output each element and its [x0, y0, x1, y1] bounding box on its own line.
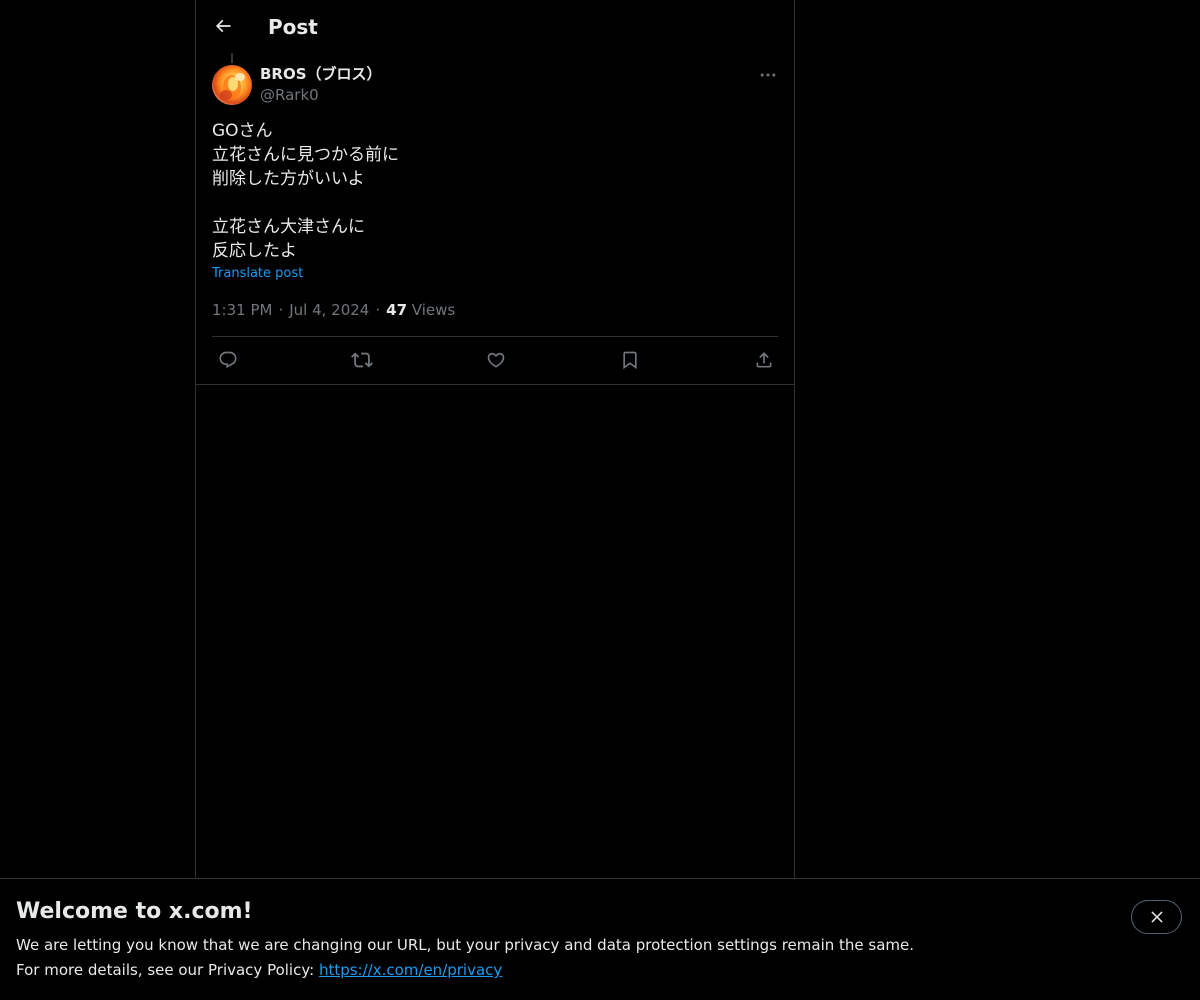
close-icon: [1150, 911, 1163, 923]
post-text-line: 削除した方がいいよ: [212, 169, 365, 189]
welcome-banner: Welcome to x.com! We are letting you kno…: [0, 878, 1200, 1000]
banner-body: We are letting you know that we are chan…: [16, 933, 914, 983]
post-actions-bar: [196, 337, 794, 384]
back-button[interactable]: [206, 9, 240, 43]
share-button[interactable]: [752, 348, 776, 372]
translate-post-link[interactable]: Translate post: [212, 265, 303, 283]
banner-close-button[interactable]: [1131, 900, 1182, 934]
banner-text-line: We are letting you know that we are chan…: [16, 936, 915, 954]
banner-privacy-prefix: For more details, see our Privacy Policy…: [16, 961, 319, 979]
post-meta: 1:31 PM · Jul 4, 2024 · 47 Views: [212, 300, 455, 320]
page-title: Post: [268, 15, 318, 39]
more-options-button[interactable]: [756, 63, 780, 87]
views-label: Views: [411, 301, 456, 319]
avatar[interactable]: [212, 65, 252, 105]
post-text-line: [212, 191, 772, 215]
post-date[interactable]: Jul 4, 2024: [289, 301, 369, 319]
post-text-line: 反応したよ: [212, 241, 297, 261]
meta-separator: ·: [278, 301, 284, 319]
author-handle[interactable]: @Rark0: [260, 85, 319, 105]
meta-separator: ·: [375, 301, 381, 319]
views-count: 47: [386, 301, 408, 319]
heart-icon: [487, 352, 505, 368]
repost-icon: [351, 352, 373, 368]
repost-button[interactable]: [350, 348, 374, 372]
reply-button[interactable]: [216, 348, 240, 372]
post-text-line: GOさん: [212, 121, 273, 141]
avatar-image: [220, 73, 245, 100]
thread-connector-line: [231, 53, 233, 63]
post-text-line: 立花さん大津さんに: [212, 217, 365, 237]
divider: [196, 384, 794, 385]
author-name[interactable]: BROS（ブロス）: [260, 64, 382, 84]
privacy-policy-link[interactable]: https://x.com/en/privacy: [319, 961, 502, 979]
like-button[interactable]: [484, 348, 508, 372]
back-arrow-icon: [215, 19, 231, 33]
post-time[interactable]: 1:31 PM: [212, 301, 272, 319]
banner-title: Welcome to x.com!: [16, 899, 253, 924]
more-dots-icon: [760, 73, 776, 77]
post-text: GOさん 立花さんに見つかる前に 削除した方がいいよ 立花さん大津さんに 反応し…: [212, 119, 772, 263]
reply-icon: [219, 351, 237, 369]
banner-text-line: For more details, see our Privacy Policy…: [16, 958, 914, 983]
main-column: Post BROS（ブロス） @Rark0 GOさん 立花さんに見つかる前に 削…: [195, 0, 795, 1000]
share-icon: [756, 352, 772, 368]
bookmark-button[interactable]: [618, 348, 642, 372]
page-header: Post: [196, 0, 794, 53]
post-text-line: 立花さんに見つかる前に: [212, 145, 399, 165]
bookmark-icon: [623, 351, 637, 370]
